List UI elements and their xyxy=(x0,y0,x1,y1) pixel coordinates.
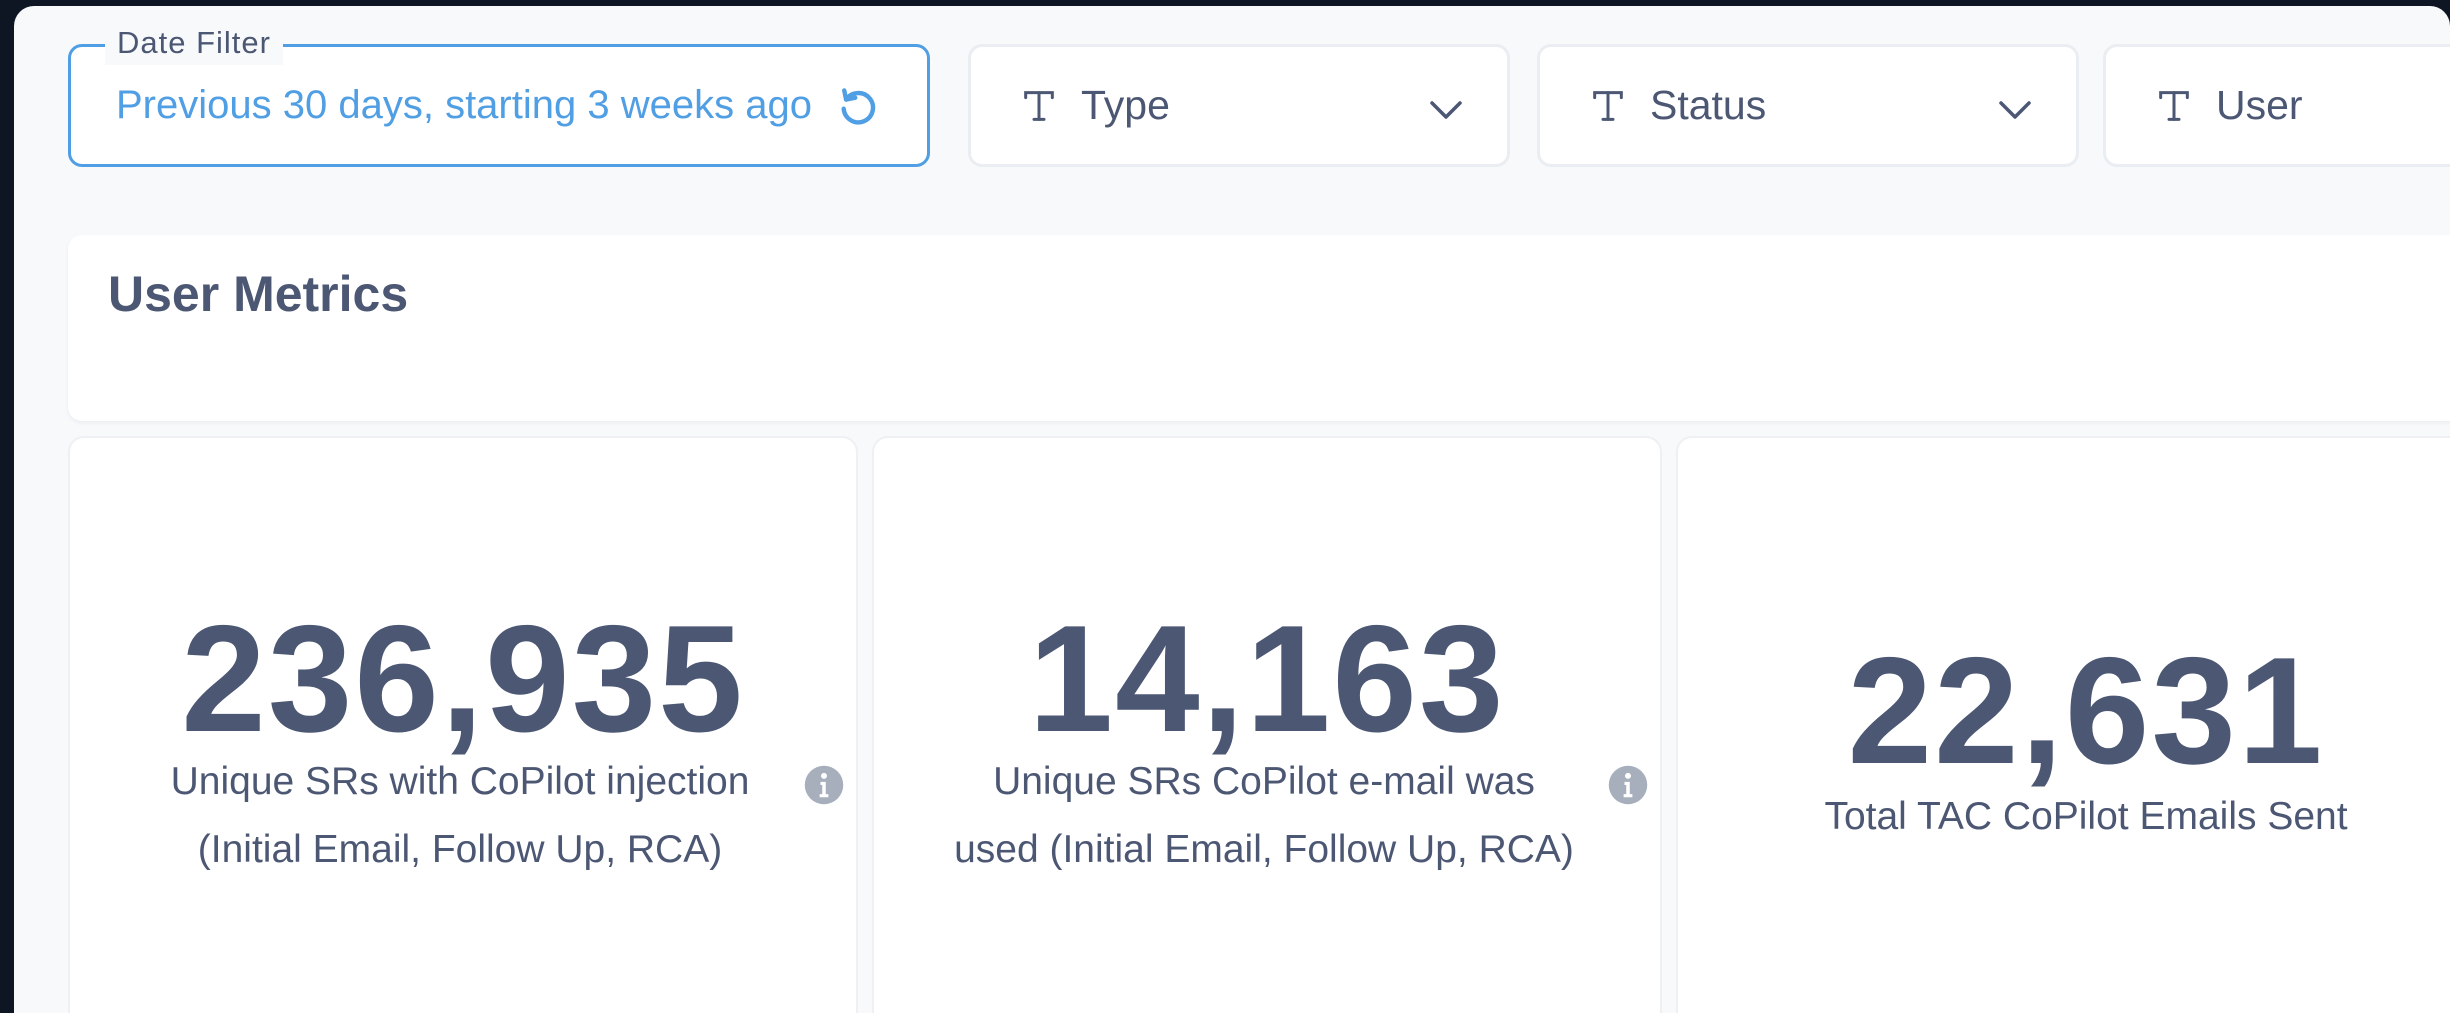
date-filter-legend: Date Filter xyxy=(105,21,283,65)
date-filter-value[interactable]: Previous 30 days, starting 3 weeks ago xyxy=(116,83,812,128)
type-filter-label: Type xyxy=(1081,82,1170,128)
metric-card-unique-srs-injection[interactable]: 236,935 Unique SRs with CoPilot injectio… xyxy=(68,436,858,1013)
metric-value: 236,935 xyxy=(181,594,745,764)
section-card: User Metrics xyxy=(68,235,2450,421)
reset-icon[interactable] xyxy=(836,84,880,128)
status-filter-label: Status xyxy=(1650,82,1767,128)
metric-label: Total TAC CoPilot Emails Sent xyxy=(1824,795,2348,838)
metric-label: Unique SRs with CoPilot injection (Initi… xyxy=(170,760,750,871)
user-filter[interactable]: User xyxy=(2103,44,2450,167)
date-filter[interactable]: Date Filter Previous 30 days, starting 3… xyxy=(68,21,930,167)
info-icon[interactable] xyxy=(803,764,845,806)
type-filter[interactable]: Type xyxy=(968,44,1510,167)
section-title: User Metrics xyxy=(108,266,409,322)
status-filter[interactable]: Status xyxy=(1537,44,2079,167)
chevron-down-icon[interactable] xyxy=(1994,89,2036,131)
dashboard: Date Filter Previous 30 days, starting 3… xyxy=(14,6,2450,1013)
info-icon[interactable] xyxy=(1607,764,1649,806)
metric-card-total-emails-sent[interactable]: 22,631 Total TAC CoPilot Emails Sent xyxy=(1676,436,2450,1013)
text-filter-icon xyxy=(2154,86,2194,126)
metric-value: 14,163 xyxy=(1028,594,1506,764)
text-filter-icon xyxy=(1588,86,1628,126)
metric-value: 22,631 xyxy=(1847,626,2325,796)
text-filter-icon xyxy=(1019,86,1059,126)
metric-label: Unique SRs CoPilot e-mail was used (Init… xyxy=(954,760,1574,871)
user-filter-label: User xyxy=(2216,82,2303,128)
chevron-down-icon[interactable] xyxy=(1425,89,1467,131)
metric-card-unique-srs-email-used[interactable]: 14,163 Unique SRs CoPilot e-mail was use… xyxy=(872,436,1662,1013)
